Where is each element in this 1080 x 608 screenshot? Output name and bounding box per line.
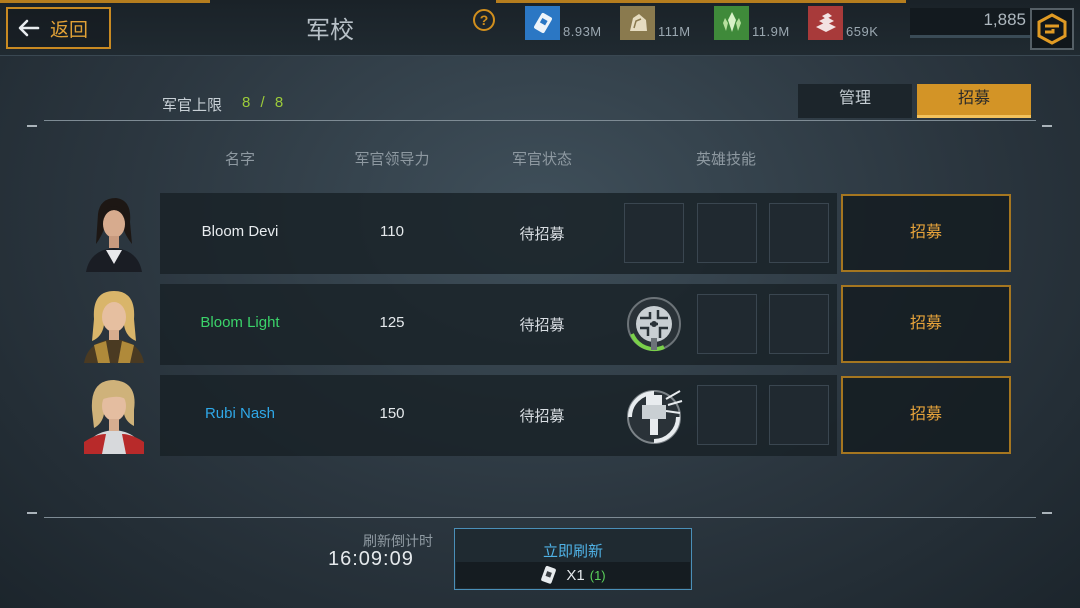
refresh-now-button[interactable]: 立即刷新 X1 (1) xyxy=(454,528,692,590)
officer-leadership: 150 xyxy=(379,405,405,422)
refresh-now-label: 立即刷新 xyxy=(542,543,603,560)
cannon-skill-icon[interactable] xyxy=(624,385,684,445)
resource-value: 8.93M xyxy=(563,24,602,39)
question-icon[interactable]: ? xyxy=(473,9,495,31)
resource-crystal[interactable]: 11.9M xyxy=(714,4,790,40)
officer-name: Bloom Devi xyxy=(201,223,279,240)
skill-slot-empty[interactable] xyxy=(697,385,757,445)
officer-portrait-bloom-devi xyxy=(76,194,152,272)
officer-name: Bloom Light xyxy=(200,314,280,331)
officer-leadership: 125 xyxy=(379,314,405,331)
column-header-skills: 英雄技能 xyxy=(695,151,756,168)
officer-row: Bloom Light 125 待招募 xyxy=(160,284,837,365)
top-bar: 返回 军校 ? 8.93M 111M 11.9M 659K 1,885 xyxy=(0,0,1080,56)
skill-slot-empty[interactable] xyxy=(697,203,757,263)
gold-coin-button[interactable] xyxy=(1030,8,1074,50)
divider-cap xyxy=(1042,512,1052,514)
back-label: 返回 xyxy=(50,19,89,41)
gold-value: 1,885 xyxy=(983,10,1026,29)
divider-cap xyxy=(1042,125,1052,127)
top-accent-line xyxy=(0,0,210,3)
divider-top xyxy=(44,120,1036,121)
divider-bottom xyxy=(44,517,1036,518)
officer-status: 待招募 xyxy=(519,317,565,334)
ore-rock-icon xyxy=(620,6,655,40)
officer-row: Rubi Nash 150 待招募 xyxy=(160,375,837,456)
resource-ore[interactable]: 111M xyxy=(620,4,691,40)
officer-portrait-rubi-nash xyxy=(76,376,152,454)
skill-slot-empty[interactable] xyxy=(697,294,757,354)
divider-cap xyxy=(27,512,37,514)
officer-name: Rubi Nash xyxy=(204,405,276,422)
resource-value: 11.9M xyxy=(752,24,790,39)
supply-card-icon xyxy=(525,6,560,40)
tab-manage[interactable]: 管理 xyxy=(798,84,912,118)
skill-slot-empty[interactable] xyxy=(624,203,684,263)
gold-coin-icon xyxy=(1037,13,1067,45)
skill-slot-empty[interactable] xyxy=(769,385,829,445)
tab-recruit[interactable]: 招募 xyxy=(917,84,1031,118)
officer-leadership: 110 xyxy=(380,223,404,240)
officer-portrait-bloom-light xyxy=(76,285,152,363)
refresh-cost: X1 (1) xyxy=(456,562,690,588)
officer-cap-value: 8 / 8 xyxy=(242,94,287,111)
refresh-cost-quantity: X1 xyxy=(566,566,585,584)
resource-value: 659K xyxy=(846,24,879,39)
resource-supply[interactable]: 8.93M xyxy=(525,4,602,40)
column-header-leadership: 军官领导力 xyxy=(354,151,430,168)
arrow-left-icon xyxy=(18,19,40,37)
column-header-status: 军官状态 xyxy=(511,151,572,168)
refresh-countdown-timer: 16:09:09 xyxy=(328,548,414,570)
metal-bars-icon xyxy=(808,6,843,40)
skill-slot-empty[interactable] xyxy=(769,294,829,354)
resource-metal[interactable]: 659K xyxy=(808,4,878,40)
back-button[interactable]: 返回 xyxy=(6,7,111,49)
page-title: 军校 xyxy=(306,17,354,44)
column-header-name: 名字 xyxy=(224,151,255,168)
top-accent-line xyxy=(496,0,906,3)
crystal-icon xyxy=(714,6,749,40)
officer-status: 待招募 xyxy=(519,226,565,243)
refresh-owned-count: (1) xyxy=(589,567,606,583)
divider-cap xyxy=(27,125,37,127)
resource-value: 111M xyxy=(658,24,691,39)
recruit-button[interactable]: 招募 xyxy=(841,285,1011,363)
officer-cap-label: 军官上限 xyxy=(162,97,223,114)
skill-slot-empty[interactable] xyxy=(769,203,829,263)
recruit-button[interactable]: 招募 xyxy=(841,376,1011,454)
refresh-ticket-icon xyxy=(541,565,557,584)
recruit-button[interactable]: 招募 xyxy=(841,194,1011,272)
officer-status: 待招募 xyxy=(519,408,565,425)
circuit-skill-icon[interactable] xyxy=(624,294,684,354)
gold-balance: 1,885 xyxy=(910,8,1030,38)
officer-row: Bloom Devi 110 待招募 xyxy=(160,193,837,274)
